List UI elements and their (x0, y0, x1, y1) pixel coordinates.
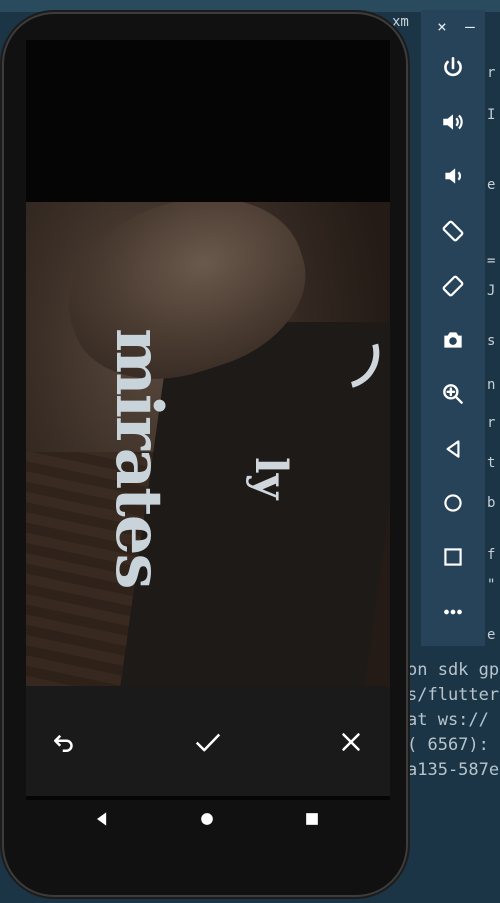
camera-icon (444, 332, 462, 348)
photo-shirt-text: mirates (101, 328, 176, 588)
screenshot-button[interactable] (435, 322, 471, 358)
nav-back-button[interactable] (89, 806, 115, 832)
nav-home-button[interactable] (194, 806, 220, 832)
code-fragment: n (487, 377, 496, 393)
volume-up-button[interactable] (435, 104, 471, 140)
android-nav-bar (26, 796, 390, 842)
home-circle-icon (444, 494, 462, 512)
code-fragment: r (487, 65, 496, 81)
captured-photo-preview: mirates ly (26, 202, 390, 686)
volume-down-button[interactable] (435, 158, 471, 194)
terminal-line: on sdk gp (407, 660, 500, 680)
power-icon (444, 56, 462, 77)
code-fragment: = (487, 253, 496, 269)
emulator-more-button[interactable] (435, 594, 471, 630)
code-fragment: e (487, 627, 496, 643)
editor-right-column: r I e = J s n r t b f " e (485, 55, 500, 655)
terminal-line: a135-587e (407, 760, 500, 780)
back-triangle-icon (446, 440, 460, 458)
retake-button[interactable] (44, 722, 84, 762)
emulator-minimize-button[interactable]: – (459, 16, 481, 38)
emulator-home-button[interactable] (435, 485, 471, 521)
emulator-overview-button[interactable] (435, 539, 471, 575)
emulator-toolbar-header: × – (421, 10, 485, 44)
confirm-button[interactable] (188, 722, 228, 762)
volume-down-icon (445, 168, 461, 184)
nav-overview-button[interactable] (299, 806, 325, 832)
photo-shirt-text-2: ly (245, 457, 296, 500)
phone-screen: mirates ly (26, 40, 390, 826)
code-fragment: f (487, 547, 496, 563)
code-fragment: J (487, 283, 496, 299)
cancel-button[interactable] (331, 722, 371, 762)
overview-square-icon (444, 548, 462, 566)
phone-frame: mirates ly (2, 12, 408, 897)
nav-home-icon (201, 813, 213, 825)
rotate-left-button[interactable] (435, 213, 471, 249)
terminal-line: at ws:// (407, 710, 489, 730)
emulator-back-button[interactable] (435, 431, 471, 467)
check-icon (195, 733, 221, 752)
camera-action-bar (26, 686, 390, 796)
code-fragment: " (487, 577, 496, 593)
emulator-close-button[interactable]: × (431, 16, 453, 38)
code-fragment: b (487, 495, 496, 511)
code-fragment: e (487, 177, 496, 193)
rotate-right-button[interactable] (435, 268, 471, 304)
code-fragment: t (487, 455, 496, 471)
zoom-icon (443, 384, 463, 404)
rotate-left-icon (442, 220, 464, 242)
undo-arrow-icon (54, 734, 73, 752)
zoom-button[interactable] (435, 376, 471, 412)
code-fragment: s (487, 333, 496, 349)
nav-back-icon (97, 812, 107, 826)
power-button[interactable] (435, 50, 471, 86)
rotate-right-icon (442, 275, 464, 297)
nav-overview-icon (306, 813, 318, 825)
terminal-line: ( 6567): (407, 735, 489, 755)
terminal-line: s/flutter (407, 685, 500, 705)
emulator-toolbar: × – (421, 10, 485, 646)
volume-up-icon (443, 114, 463, 130)
close-icon (342, 733, 360, 751)
more-dots-icon (444, 609, 462, 615)
code-fragment: I (487, 107, 496, 123)
code-fragment: r (487, 415, 496, 431)
